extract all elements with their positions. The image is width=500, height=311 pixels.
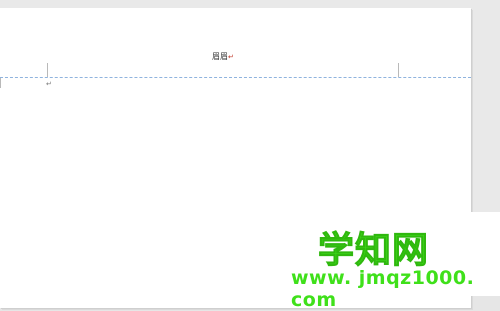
watermark-logo-title: 学知网 — [317, 230, 430, 272]
header-text-area[interactable]: 眉眉↵ — [212, 51, 234, 62]
left-edge-tick — [0, 78, 1, 88]
header-paragraph-mark: ↵ — [228, 53, 234, 61]
body-paragraph-mark: ↵ — [46, 80, 52, 88]
watermark-url: www. jmqz1000. com — [291, 267, 475, 311]
left-margin-corner-mark — [47, 63, 48, 77]
right-margin-corner-mark — [398, 63, 399, 77]
header-text[interactable]: 眉眉 — [212, 52, 228, 61]
header-separator-line — [0, 77, 471, 78]
